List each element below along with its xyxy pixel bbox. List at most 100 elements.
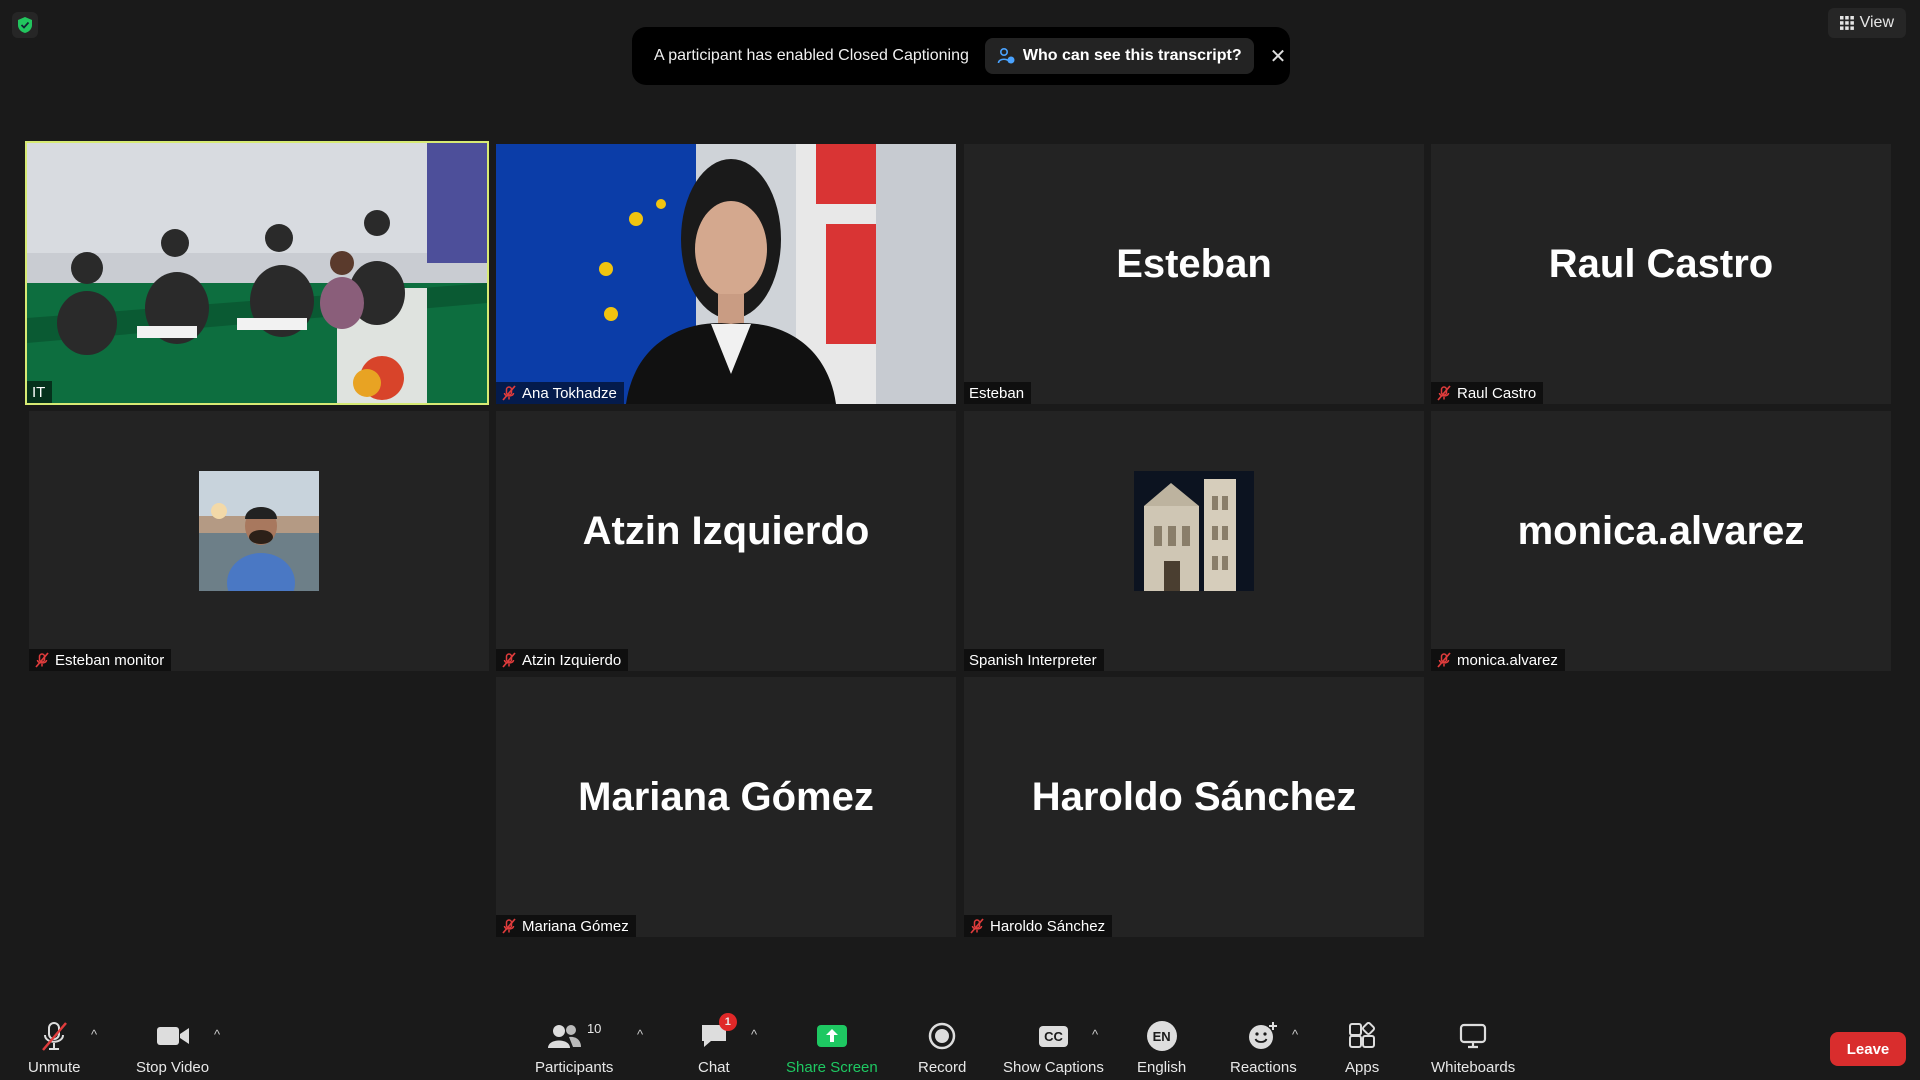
participants-icon-wrap: 10 [547, 1017, 601, 1055]
closed-captions-icon: CC [1039, 1017, 1068, 1055]
unmute-label: Unmute [28, 1059, 81, 1076]
participant-tile-esteban-monitor[interactable]: Esteban monitor [29, 411, 489, 671]
participant-name: Atzin Izquierdo [522, 651, 622, 669]
captions-glyph: CC [1039, 1025, 1068, 1047]
speaker-video-feed [496, 144, 956, 404]
participant-display-name: Haroldo Sánchez [1031, 774, 1357, 819]
participants-options-chevron-up-icon[interactable]: ^ [637, 1027, 643, 1042]
participant-tile-spanish-interpreter[interactable]: Spanish Interpreter [964, 411, 1424, 671]
whiteboard-icon [1458, 1017, 1488, 1055]
who-can-see-transcript-button[interactable]: Who can see this transcript? [984, 38, 1254, 74]
participant-tile-ana-tokhadze[interactable]: Ana Tokhadze [496, 144, 956, 404]
apps-label: Apps [1345, 1059, 1380, 1076]
participant-display-name: Esteban [1116, 241, 1272, 286]
leave-button[interactable]: Leave [1830, 1032, 1906, 1066]
video-camera-icon [156, 1017, 190, 1055]
participant-name-tag: monica.alvarez [1431, 649, 1565, 671]
participants-label: Participants [535, 1059, 614, 1076]
microphone-muted-icon [34, 652, 50, 668]
participant-name-tag: Esteban monitor [29, 649, 172, 671]
participant-name-tag: Raul Castro [1431, 382, 1544, 404]
apps-button[interactable]: Apps [1345, 1017, 1379, 1076]
participant-tile-it[interactable]: IT [25, 141, 489, 405]
microphone-muted-icon [1436, 652, 1452, 668]
show-captions-button[interactable]: CC Show Captions [1003, 1017, 1104, 1076]
view-button[interactable]: View [1827, 8, 1906, 38]
reactions-options-chevron-up-icon[interactable]: ^ [1292, 1027, 1298, 1042]
chat-label: Chat [698, 1059, 730, 1076]
participant-name: Esteban [969, 384, 1025, 402]
meeting-window: A participant has enabled Closed Caption… [0, 0, 1920, 1080]
participants-count: 10 [586, 1021, 602, 1036]
microphone-muted-icon [501, 385, 517, 401]
close-icon[interactable]: ✕ [1270, 44, 1287, 69]
record-label: Record [918, 1059, 967, 1076]
participant-display-name: Raul Castro [1548, 241, 1774, 286]
profile-picture-beach [199, 471, 319, 591]
share-screen-label: Share Screen [786, 1059, 878, 1076]
participant-name: Spanish Interpreter [969, 651, 1097, 669]
microphone-muted-icon [39, 1017, 69, 1055]
reactions-label: Reactions [1230, 1059, 1297, 1076]
participant-name-tag: Esteban [964, 382, 1032, 404]
captions-notification-banner: A participant has enabled Closed Caption… [632, 27, 1290, 85]
apps-icon [1348, 1017, 1376, 1055]
chat-options-chevron-up-icon[interactable]: ^ [751, 1027, 757, 1042]
person-info-icon [997, 47, 1015, 64]
participant-name-tag: Ana Tokhadze [496, 382, 624, 404]
smiley-plus-icon [1247, 1017, 1279, 1055]
meeting-controls-toolbar: Unmute ^ Stop Video ^ 10 Participants ^ … [0, 1000, 1920, 1080]
participant-name: Esteban monitor [55, 651, 165, 669]
chat-icon: 1 [699, 1013, 737, 1055]
whiteboards-button[interactable]: Whiteboards [1431, 1017, 1515, 1076]
captions-options-chevron-up-icon[interactable]: ^ [1092, 1027, 1098, 1042]
participants-icon [547, 1025, 581, 1048]
record-button[interactable]: Record [918, 1017, 966, 1076]
microphone-muted-icon [1436, 385, 1452, 401]
microphone-muted-icon [969, 918, 985, 934]
microphone-muted-icon [501, 652, 517, 668]
banner-text: A participant has enabled Closed Caption… [654, 47, 969, 64]
participant-name-tag: Haroldo Sánchez [964, 915, 1113, 937]
language-globe-icon: EN [1146, 1017, 1177, 1055]
show-captions-label: Show Captions [1003, 1059, 1104, 1076]
participant-name: Ana Tokhadze [522, 384, 617, 402]
reactions-button[interactable]: Reactions [1230, 1017, 1297, 1076]
participant-name: monica.alvarez [1457, 651, 1558, 669]
participant-tile-monica-alvarez[interactable]: monica.alvarez monica.alvarez [1431, 411, 1891, 671]
participant-tile-atzin-izquierdo[interactable]: Atzin Izquierdo Atzin Izquierdo [496, 411, 956, 671]
profile-picture-cathedral [1134, 471, 1254, 591]
participant-display-name: Mariana Gómez [578, 774, 874, 819]
participant-name: Haroldo Sánchez [990, 917, 1106, 935]
participant-tile-haroldo-sanchez[interactable]: Haroldo Sánchez Haroldo Sánchez [964, 677, 1424, 937]
chat-unread-badge: 1 [718, 1013, 737, 1031]
panel-video-feed [27, 143, 487, 403]
participant-display-name: monica.alvarez [1517, 508, 1805, 553]
participants-button[interactable]: 10 Participants [535, 1017, 613, 1076]
who-can-see-transcript-label: Who can see this transcript? [1022, 47, 1242, 64]
participant-name: IT [32, 383, 46, 401]
unmute-button[interactable]: Unmute [28, 1017, 81, 1076]
chat-button[interactable]: 1 Chat [698, 1013, 737, 1076]
english-label: English [1137, 1059, 1187, 1076]
view-label: View [1859, 14, 1894, 31]
record-icon [927, 1017, 957, 1055]
language-glyph: EN [1146, 1021, 1177, 1051]
audio-options-chevron-up-icon[interactable]: ^ [91, 1027, 97, 1042]
grid-icon [1839, 16, 1854, 30]
participant-name-tag: Mariana Gómez [496, 915, 636, 937]
participant-name-tag: Atzin Izquierdo [496, 649, 629, 671]
security-shield-icon[interactable] [12, 12, 38, 38]
participant-display-name: Atzin Izquierdo [582, 508, 870, 553]
language-button[interactable]: EN English [1137, 1017, 1186, 1076]
share-screen-button[interactable]: Share Screen [786, 1017, 878, 1076]
stop-video-button[interactable]: Stop Video [136, 1017, 209, 1076]
stop-video-label: Stop Video [136, 1059, 210, 1076]
participant-tile-raul-castro[interactable]: Raul Castro Raul Castro [1431, 144, 1891, 404]
participant-tile-esteban[interactable]: Esteban Esteban [964, 144, 1424, 404]
video-options-chevron-up-icon[interactable]: ^ [214, 1027, 220, 1042]
participant-name: Raul Castro [1457, 384, 1537, 402]
participant-tile-mariana-gomez[interactable]: Mariana Gómez Mariana Gómez [496, 677, 956, 937]
microphone-muted-icon [501, 918, 517, 934]
share-screen-icon [816, 1017, 848, 1055]
